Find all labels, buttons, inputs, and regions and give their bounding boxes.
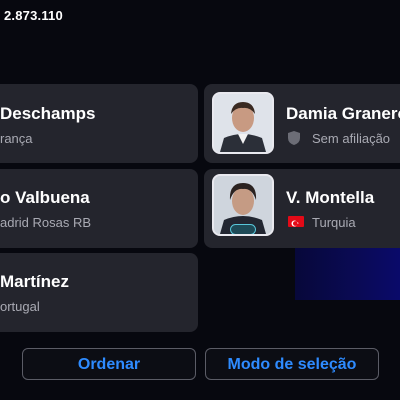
select-mode-button[interactable]: Modo de seleção bbox=[205, 348, 379, 380]
coach-name: o Valbuena bbox=[0, 188, 90, 207]
coach-card-martinez[interactable]: Martínez ortugal bbox=[0, 253, 198, 332]
coach-club: Turquia bbox=[312, 215, 356, 230]
coach-card-valbuena[interactable]: o Valbuena adrid Rosas RB bbox=[0, 169, 198, 248]
shield-icon bbox=[288, 131, 300, 145]
coach-club: Sem afiliação bbox=[312, 131, 391, 146]
coach-badge bbox=[230, 224, 256, 234]
coach-club: rança bbox=[0, 131, 33, 146]
coach-name: V. Montella bbox=[286, 188, 375, 207]
coach-name: Martínez bbox=[0, 272, 69, 291]
coach-card-deschamps[interactable]: Deschamps rança bbox=[0, 84, 198, 163]
turkey-flag-icon bbox=[288, 216, 304, 227]
coach-club: adrid Rosas RB bbox=[0, 215, 92, 230]
coins-balance: 2.873.110 bbox=[4, 8, 63, 23]
coach-card-damia-granero[interactable]: Damia Granero Sem afiliação bbox=[204, 84, 400, 163]
sort-button[interactable]: Ordenar bbox=[22, 348, 196, 380]
coach-portrait bbox=[212, 92, 274, 154]
background-glow bbox=[295, 248, 400, 300]
coach-name: Damia Granero bbox=[286, 104, 400, 123]
coach-portrait bbox=[212, 174, 274, 236]
coach-card-montella[interactable]: V. Montella Turquia bbox=[204, 169, 400, 248]
coach-name: Deschamps bbox=[0, 104, 96, 123]
coach-club: ortugal bbox=[0, 299, 40, 314]
